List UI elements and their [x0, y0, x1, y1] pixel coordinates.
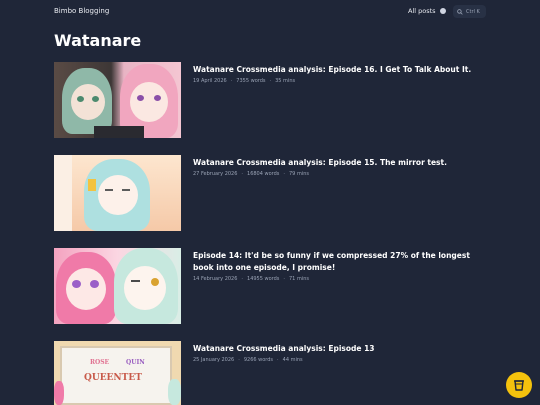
site-title[interactable]: Bimbo Blogging [54, 7, 109, 15]
post-info: 19 April 2026 · 7355 words · 35 mins [193, 78, 478, 84]
post-thumbnail[interactable] [54, 248, 181, 324]
support-button[interactable] [506, 372, 532, 398]
post-read-time: 44 mins [282, 357, 303, 363]
post-word-count: 9266 words [243, 357, 274, 363]
post-item[interactable]: Watanare Crossmedia analysis: Episode 15… [54, 155, 484, 231]
post-title[interactable]: Episode 14: It'd be so funny if we compr… [193, 250, 478, 274]
separator: · [269, 78, 272, 84]
post-date: 27 February 2026 [193, 171, 238, 177]
separator: · [238, 357, 240, 363]
top-bar: Bimbo Blogging All posts Ctrl K [0, 0, 540, 24]
post-title[interactable]: Watanare Crossmedia analysis: Episode 16… [193, 64, 478, 76]
post-thumbnail[interactable]: ROSE QUIN QUEENTET [54, 341, 181, 405]
post-read-time: 35 mins [275, 78, 296, 84]
post-thumbnail[interactable] [54, 155, 181, 231]
separator: · [283, 171, 285, 177]
post-word-count: 7355 words [236, 78, 266, 84]
post-date: 25 January 2026 [193, 357, 235, 363]
post-read-time: 71 mins [289, 276, 309, 282]
post-read-time: 79 mins [289, 171, 309, 177]
nav-all-posts[interactable]: All posts [408, 7, 436, 15]
post-thumbnail[interactable] [54, 62, 181, 138]
post-word-count: 16804 words [247, 171, 280, 177]
post-title[interactable]: Watanare Crossmedia analysis: Episode 15… [193, 157, 478, 169]
post-title[interactable]: Watanare Crossmedia analysis: Episode 13 [193, 343, 478, 355]
separator: · [241, 171, 244, 177]
post-info: 14 February 2026 · 14955 words · 71 mins [193, 276, 478, 282]
post-date: 19 April 2026 [193, 78, 227, 84]
post-info: 25 January 2026 · 9266 words · 44 mins [193, 357, 478, 363]
post-meta: Episode 14: It'd be so funny if we compr… [193, 248, 478, 324]
post-word-count: 14955 words [247, 276, 280, 282]
thumbnail-board-text: QUIN [126, 359, 145, 366]
search-icon [457, 8, 463, 15]
post-meta: Watanare Crossmedia analysis: Episode 16… [193, 62, 478, 138]
separator: · [277, 357, 279, 363]
separator: · [283, 276, 285, 282]
post-item[interactable]: ROSE QUIN QUEENTET Watanare Crossmedia a… [54, 341, 484, 405]
thumbnail-board-text: QUEENTET [84, 373, 142, 383]
post-item[interactable]: Watanare Crossmedia analysis: Episode 16… [54, 62, 484, 138]
post-meta: Watanare Crossmedia analysis: Episode 15… [193, 155, 478, 231]
search-button[interactable]: Ctrl K [453, 5, 486, 18]
post-meta: Watanare Crossmedia analysis: Episode 13… [193, 341, 478, 405]
separator: · [241, 276, 244, 282]
post-info: 27 February 2026 · 16804 words · 79 mins [193, 171, 478, 177]
coffee-cup-icon [514, 380, 524, 391]
theme-toggle-icon[interactable] [440, 8, 446, 14]
thumbnail-board-text: ROSE [90, 359, 110, 366]
page-title: Watanare [54, 31, 142, 50]
separator: · [230, 78, 233, 84]
search-shortcut: Ctrl K [466, 8, 480, 15]
post-item[interactable]: Episode 14: It'd be so funny if we compr… [54, 248, 484, 324]
post-date: 14 February 2026 [193, 276, 238, 282]
